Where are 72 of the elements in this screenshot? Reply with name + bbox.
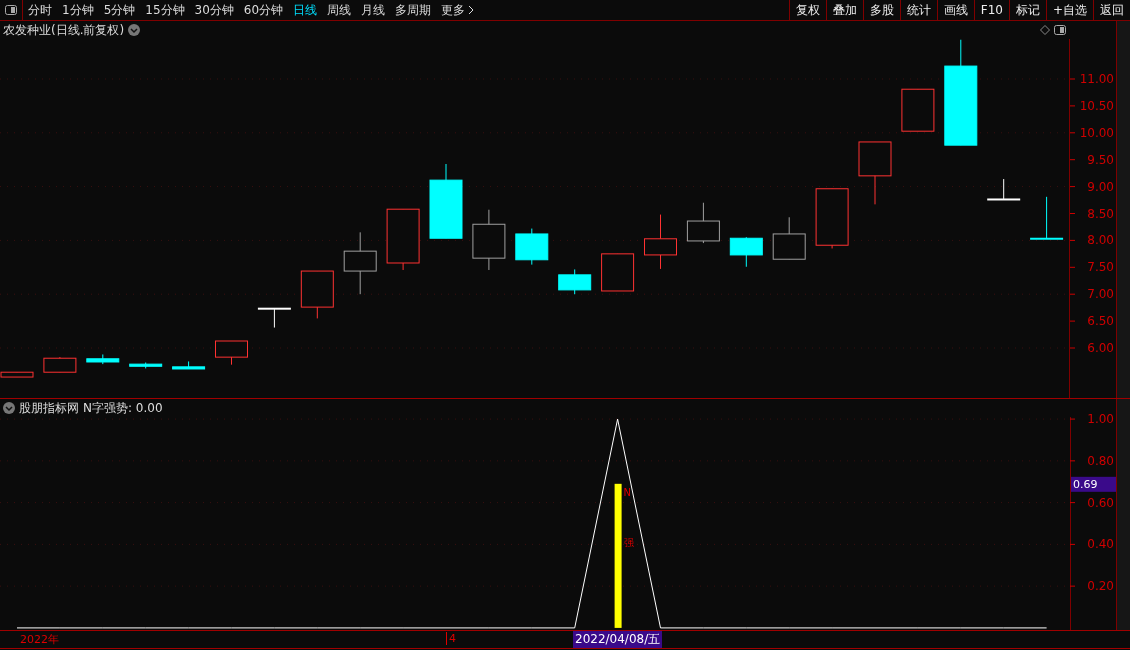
price-label: 7.50 [1087, 260, 1115, 275]
dropdown-icon[interactable] [3, 402, 15, 414]
period-tab[interactable]: 5分钟 [98, 1, 141, 19]
candlestick [901, 88, 935, 132]
period-tab[interactable]: 30分钟 [189, 1, 239, 19]
candlestick [43, 356, 77, 373]
price-label: 9.00 [1087, 179, 1115, 194]
price-label: 11.00 [1079, 72, 1115, 86]
candlestick [129, 362, 163, 369]
candlestick [515, 228, 549, 266]
axis-label: 0.80 [1087, 453, 1114, 468]
cursor-date: 2022/04/08/五 [573, 631, 663, 648]
price-label: 10.50 [1079, 98, 1115, 113]
candlestick [558, 268, 592, 295]
period-tab[interactable]: 60分钟 [238, 1, 289, 19]
period-tab[interactable]: 月线 [356, 1, 391, 19]
axis-label: 0.40 [1087, 537, 1114, 552]
candlestick [772, 216, 806, 260]
period-tab[interactable]: 日线 [288, 1, 323, 19]
year-label: 2022年 [20, 632, 59, 647]
price-label: 6.50 [1087, 314, 1115, 329]
cursor-value-tag [1071, 476, 1116, 492]
dropdown-icon[interactable] [128, 24, 141, 36]
price-label: 10.00 [1079, 125, 1115, 140]
toolbar-button[interactable]: 多股 [862, 0, 900, 20]
candlestick [858, 141, 892, 205]
price-label: 7.00 [1087, 287, 1115, 302]
toolbar-button[interactable]: 标记 [1008, 0, 1046, 20]
toolbar-button[interactable]: F10 [973, 0, 1009, 20]
chart-title: 农发种业(日线.前复权) [3, 21, 125, 39]
candlestick [987, 178, 1021, 201]
toolbar-button[interactable]: 复权 [788, 0, 826, 20]
period-tab[interactable]: 1分钟 [57, 1, 99, 19]
toolbar-button[interactable]: 返回 [1093, 0, 1130, 20]
candlestick [729, 236, 763, 268]
period-tab[interactable]: 分时 [23, 1, 57, 19]
candlestick [86, 353, 120, 365]
month-label: 4 [446, 632, 456, 645]
period-tab[interactable]: 15分钟 [140, 1, 190, 19]
period-tab[interactable]: 多周期 [390, 1, 437, 19]
toolbar-button[interactable]: 统计 [899, 0, 937, 20]
cursor-value: 0.69 [1073, 477, 1098, 491]
candlestick [215, 340, 248, 366]
toolbar-button[interactable]: +自选 [1045, 0, 1093, 20]
candlestick [172, 360, 206, 370]
candlestick [815, 188, 849, 249]
candlestick [386, 208, 420, 271]
period-tab[interactable]: 周线 [322, 1, 357, 19]
candlestick [601, 253, 635, 292]
candlestick [686, 202, 720, 244]
bar-label: N [623, 486, 632, 498]
indicator-name: 股朋指标网 [19, 399, 79, 417]
candlestick [343, 231, 377, 295]
candlestick [300, 270, 334, 319]
axis-label: 0.60 [1087, 495, 1114, 510]
price-label: 8.50 [1087, 206, 1115, 221]
candlestick [472, 209, 506, 271]
toolbar-button[interactable]: 叠加 [825, 0, 863, 20]
price-label: 9.50 [1087, 152, 1115, 167]
bar-label: 强 [623, 536, 634, 548]
period-tab[interactable]: 更多 [436, 1, 480, 19]
chevron-icon [468, 5, 475, 15]
indicator-reading: N字强势: 0.00 [83, 399, 163, 417]
candlestick [644, 214, 677, 270]
axis-label: 1.00 [1087, 412, 1114, 427]
candlestick [1030, 196, 1064, 240]
axis-label: 0.20 [1087, 579, 1114, 594]
price-label: 6.00 [1087, 341, 1115, 355]
panel-toggle-icon[interactable] [1054, 25, 1066, 35]
price-label: 8.00 [1087, 233, 1115, 248]
toolbar-button[interactable]: 画线 [936, 0, 974, 20]
candlestick [257, 307, 291, 329]
